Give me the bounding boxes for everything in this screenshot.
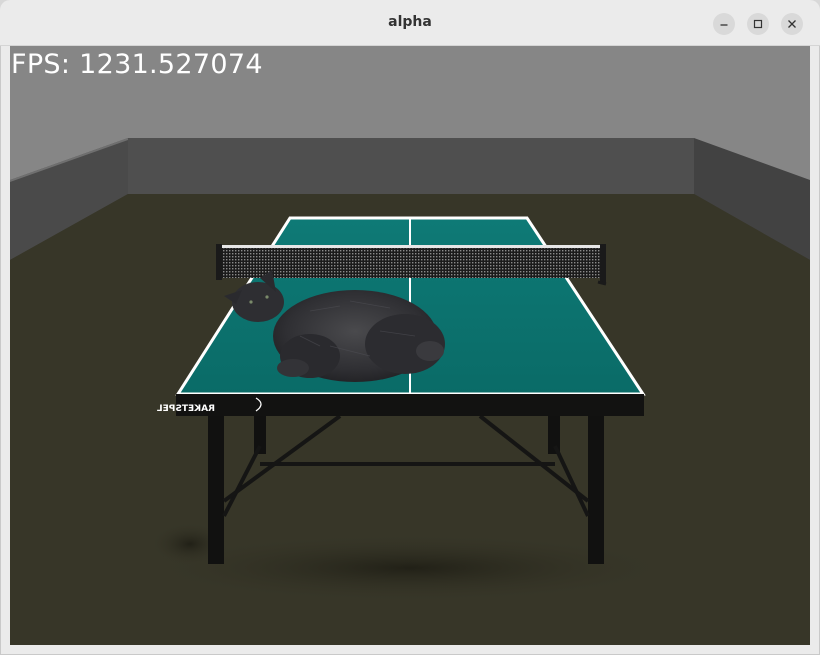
window-title: alpha [388, 14, 432, 30]
close-icon [788, 20, 796, 28]
title-bar[interactable]: alpha [0, 0, 820, 46]
net-mesh [220, 246, 602, 278]
table-brand-logo: RAKETSPEL [157, 404, 215, 414]
app-window: alpha RAKETSPEL FPS: 1231.527074 [0, 0, 820, 655]
net-post-right [600, 244, 606, 284]
maximize-button[interactable] [747, 13, 769, 35]
minimize-button[interactable] [713, 13, 735, 35]
table-front-edge [176, 394, 644, 416]
fps-counter: FPS: 1231.527074 [11, 49, 263, 80]
render-viewport[interactable]: RAKETSPEL FPS: 1231.527074 [10, 46, 810, 645]
close-button[interactable] [781, 13, 803, 35]
net-post-left [216, 244, 222, 280]
minimize-icon [720, 24, 728, 26]
maximize-icon [753, 19, 763, 29]
back-wall [128, 138, 694, 194]
3d-scene: RAKETSPEL [10, 46, 810, 645]
net-top-band [220, 245, 602, 248]
